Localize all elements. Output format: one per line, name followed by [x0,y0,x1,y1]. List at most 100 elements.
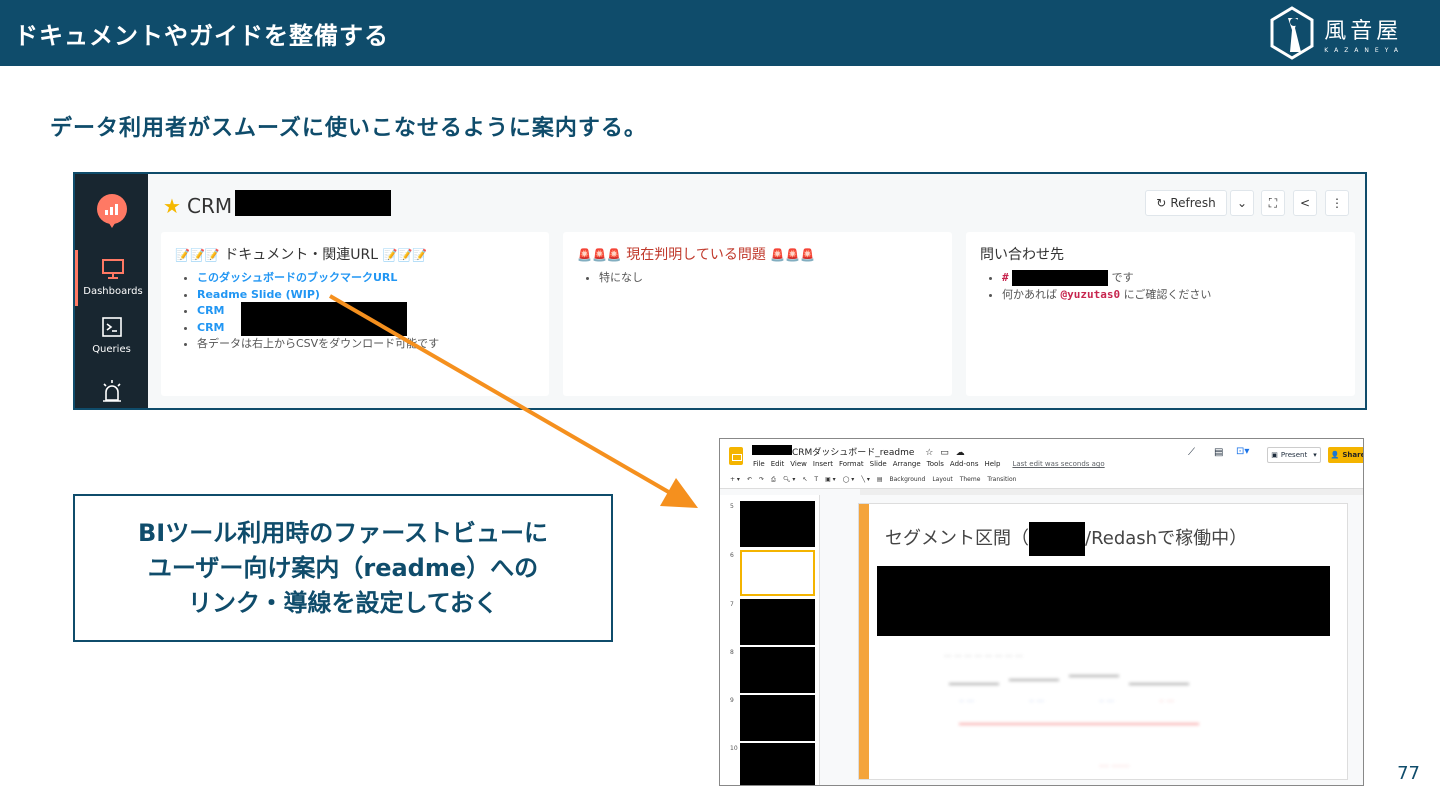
menu-tools[interactable]: Tools [927,460,944,468]
share-icon: < [1299,196,1311,210]
slide-subtitle: データ利用者がスムーズに使いこなせるように案内する。 [50,116,647,141]
layout-button[interactable]: Layout [932,476,952,484]
redacted-block [752,445,792,455]
list-item: # です [1002,270,1211,287]
crm-link[interactable]: CRM [197,304,225,317]
more-options-button[interactable]: ⋮ [1325,190,1349,216]
undo-icon[interactable]: ↶ [747,476,752,484]
line-icon[interactable]: ╲ ▾ [861,476,870,484]
transition-button[interactable]: Transition [987,476,1016,484]
person-icon: 👤 [1330,451,1340,459]
logo-mark-icon [1270,6,1314,60]
textbox-icon[interactable]: T [814,476,818,484]
star-icon[interactable]: ☆ [925,448,933,458]
callout-line: BIツール利用時のファーストビューに [137,518,549,547]
svg-text:··· ··· ··· ··· ··· ··· ··· ··: ··· ··· ··· ··· ··· ··· ··· ··· [944,652,1023,661]
menu-file[interactable]: File [753,460,765,468]
refresh-button[interactable]: ↻ Refresh [1145,190,1227,216]
comment-icon[interactable]: ▤ [877,476,883,484]
logo-subtext: KAZANEYA [1324,46,1404,54]
thumb-number: 6 [730,552,734,559]
image-icon[interactable]: ▣ ▾ [825,476,836,484]
svg-text:·· ···: ·· ··· [1029,697,1044,706]
slides-toolbar: + ▾ ↶ ↷ ⎙ 🔍︎ ▾ ↖ T ▣ ▾ ◯ ▾ ╲ ▾ ▤ Backgro… [730,476,1016,484]
fullscreen-button[interactable]: ⛶ [1261,190,1285,216]
share-button[interactable]: < [1293,190,1317,216]
share-button[interactable]: 👤 Share [1328,447,1364,463]
cloud-icon: ☁ [955,448,965,458]
present-button[interactable]: ▣ Present ▾ [1267,447,1321,463]
issues-list: 特になし [599,270,643,287]
list-item[interactable]: このダッシュボードのブックマークURL [197,270,439,287]
menu-addons[interactable]: Add-ons [950,460,979,468]
menu-slide[interactable]: Slide [870,460,887,468]
print-icon[interactable]: ⎙ [771,476,776,484]
bookmark-link[interactable]: このダッシュボードのブックマークURL [197,271,397,284]
chevron-down-icon: ⌄ [1236,196,1248,210]
meet-icon[interactable]: ⊡▾ [1236,446,1249,457]
sidebar-item-alerts[interactable] [75,378,148,408]
list-item: 各データは右上からCSVをダウンロード可能です [197,336,439,353]
slide-thumbnail[interactable] [740,647,815,693]
select-icon[interactable]: ↖ [802,476,807,484]
slide-thumbnail[interactable] [740,695,815,741]
background-button[interactable]: Background [890,476,926,484]
last-edit-link[interactable]: Last edit was seconds ago [1012,460,1104,468]
page-number: 77 [1397,763,1420,784]
shape-icon[interactable]: ◯ ▾ [843,476,855,484]
add-icon[interactable]: + ▾ [730,476,740,484]
slide-thumbnail[interactable] [740,501,815,547]
comments-icon[interactable]: ▤ [1214,447,1223,458]
logo-name: 風音屋 [1324,18,1403,44]
slide-thumbnail[interactable] [740,599,815,645]
widget-contact: 問い合わせ先 # です 何かあれば @yuzutas0 にご確認ください [966,232,1355,396]
zoom-icon[interactable]: 🔍︎ ▾ [783,476,796,484]
slide-filmstrip: 5 6 7 8 9 10 [720,495,820,785]
redo-icon[interactable]: ↷ [759,476,764,484]
sidebar-item-queries[interactable]: Queries [75,316,148,364]
svg-text:···· ·······: ···· ······· [1099,762,1130,771]
crm-link[interactable]: CRM [197,321,225,334]
menu-view[interactable]: View [790,460,807,468]
folder-icon[interactable]: ▭ [940,448,949,458]
readme-slide-link[interactable]: Readme Slide (WIP) [197,288,320,301]
menu-insert[interactable]: Insert [813,460,833,468]
redacted-block [235,190,391,216]
widget-known-issues: 🚨🚨🚨 現在判明している問題 🚨🚨🚨 特になし [563,232,952,396]
share-label: Share [1342,451,1364,459]
chevron-down-icon[interactable]: ▾ [1313,451,1317,459]
redacted-block [877,566,1330,636]
memo-icon: 📝📝📝 [175,248,220,262]
monitor-icon [102,259,124,279]
redash-sidebar: Dashboards Queries [75,174,148,408]
list-item[interactable]: Readme Slide (WIP) [197,287,439,304]
sidebar-item-label: Queries [92,344,131,355]
sidebar-item-dashboards[interactable]: Dashboards [75,250,148,306]
menu-help[interactable]: Help [984,460,1000,468]
slides-app-icon[interactable] [729,447,743,465]
theme-button[interactable]: Theme [960,476,981,484]
slide-canvas[interactable]: セグメント区間（ /Redashで稼働中） ··· ··· ··· ··· ···… [858,503,1348,780]
slide-title: ドキュメントやガイドを整備する [14,22,389,50]
document-title[interactable]: CRMダッシュボード_readme [792,448,914,458]
google-slides-screenshot: CRMダッシュボード_readme ☆ ▭ ☁ File Edit View I… [719,438,1364,786]
channel-prefix[interactable]: # [1002,271,1009,284]
refresh-dropdown-button[interactable]: ⌄ [1230,190,1254,216]
menu-format[interactable]: Format [839,460,864,468]
refresh-icon: ↻ [1156,196,1167,210]
redacted-block [241,302,407,336]
contact-list: # です 何かあれば @yuzutas0 にご確認ください [1002,270,1211,303]
favorite-star-icon[interactable]: ★ [163,194,181,218]
menu-arrange[interactable]: Arrange [893,460,921,468]
menu-edit[interactable]: Edit [771,460,785,468]
present-icon: ▣ [1271,451,1278,459]
mention-link[interactable]: @yuzutas0 [1061,288,1121,301]
slide-thumbnail[interactable] [740,743,815,785]
widget-heading: 現在判明している問題 [626,247,766,263]
thumb-number: 7 [730,601,734,608]
slide-thumbnail-selected[interactable] [740,550,815,596]
memo-icon: 📝📝📝 [382,248,428,262]
redash-logo-icon[interactable] [97,194,127,228]
slides-menu-bar: File Edit View Insert Format Slide Arran… [753,460,1105,468]
activity-icon[interactable]: ⟋ [1188,447,1195,458]
